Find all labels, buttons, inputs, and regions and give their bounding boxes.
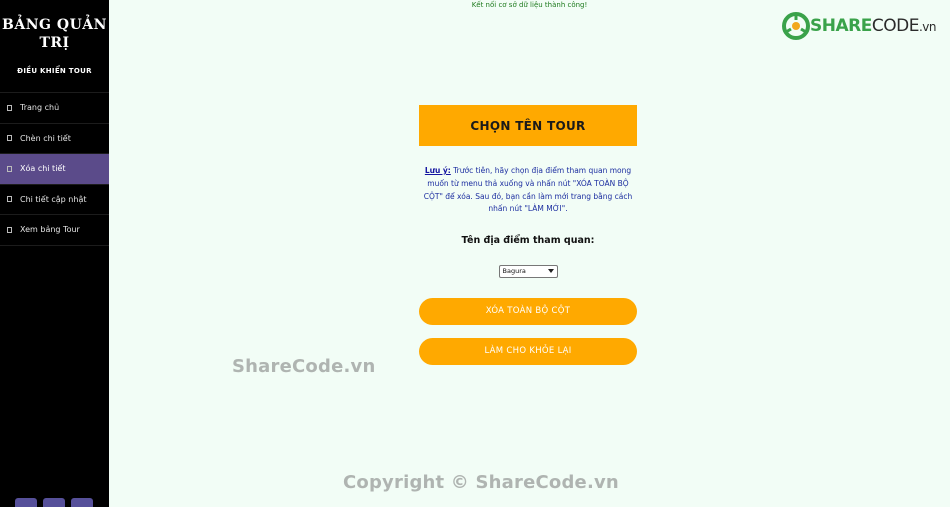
home-icon: [7, 104, 12, 111]
place-select[interactable]: Bagura: [498, 264, 558, 278]
sidebar-item-delete[interactable]: Xóa chi tiết: [0, 154, 109, 185]
note-label: Lưu ý:: [424, 166, 451, 175]
sidebar: BẢNG QUẢN TRỊ ĐIỀU KHIỂN TOUR Trang chủ …: [0, 0, 109, 507]
sidebar-item-update[interactable]: Chi tiết cập nhật: [0, 185, 109, 215]
sidebar-title: BẢNG QUẢN TRỊ: [2, 17, 107, 51]
delete-icon: [7, 165, 12, 172]
page-title: CHỌN TÊN TOUR: [419, 105, 637, 146]
connection-status: Kết nối cơ sở dữ liệu thành công!: [471, 1, 588, 9]
footer-button-2[interactable]: [43, 498, 65, 507]
note-text: Trước tiên, hãy chọn địa điểm tham quan …: [423, 166, 633, 214]
watermark-bottom: Copyright © ShareCode.vn: [343, 472, 619, 493]
sidebar-item-insert[interactable]: Chèn chi tiết: [0, 124, 109, 154]
instruction-note: Lưu ý: Trước tiên, hãy chọn địa điểm tha…: [419, 165, 637, 216]
sidebar-item-label: Xem bảng Tour: [20, 225, 80, 235]
footer-button-1[interactable]: [15, 498, 37, 507]
insert-icon: [7, 135, 12, 142]
watermark-center: ShareCode.vn: [232, 356, 376, 377]
sidebar-item-label: Chi tiết cập nhật: [20, 194, 87, 204]
sidebar-item-label: Chèn chi tiết: [20, 133, 71, 143]
sidebar-menu: Trang chủ Chèn chi tiết Xóa chi tiết Chi…: [0, 92, 109, 246]
footer-button-3[interactable]: [71, 498, 93, 507]
sidebar-item-home[interactable]: Trang chủ: [0, 93, 109, 124]
place-field-label: Tên địa điểm tham quan:: [461, 235, 595, 247]
delete-panel: CHỌN TÊN TOUR Lưu ý: Trước tiên, hãy chọ…: [419, 105, 637, 365]
refresh-button[interactable]: LÀM CHO KHỎE LẠI: [419, 337, 637, 365]
sidebar-footer-buttons: [15, 498, 93, 507]
sidebar-item-label: Trang chủ: [20, 103, 60, 113]
update-icon: [7, 196, 12, 203]
sidebar-item-label: Xóa chi tiết: [20, 164, 66, 174]
logo-icon: [782, 12, 811, 40]
sidebar-subtitle: ĐIỀU KHIỂN TOUR: [17, 67, 92, 75]
chevron-down-icon: [547, 269, 554, 274]
sidebar-item-view[interactable]: Xem bảng Tour: [0, 215, 109, 246]
sharecode-logo: SHARECODE.vn: [782, 12, 937, 40]
delete-all-button[interactable]: XÓA TOÀN BỘ CỘT: [419, 297, 637, 325]
view-icon: [7, 226, 12, 233]
